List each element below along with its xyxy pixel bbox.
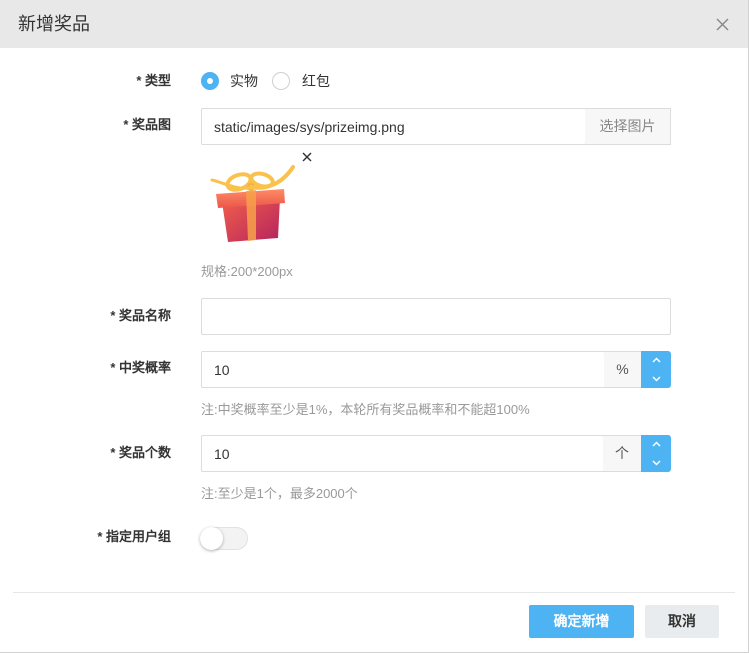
footer-divider bbox=[13, 592, 735, 593]
prize-count-label: * 奖品个数 bbox=[110, 445, 171, 460]
user-group-toggle[interactable] bbox=[200, 527, 248, 550]
radio-red-packet[interactable] bbox=[272, 72, 290, 90]
win-rate-stepper bbox=[641, 351, 671, 388]
close-icon[interactable] bbox=[716, 18, 729, 31]
prize-image-path-input[interactable] bbox=[201, 108, 586, 145]
win-rate-unit: % bbox=[604, 351, 642, 388]
win-rate-label: * 中奖概率 bbox=[110, 360, 171, 375]
dialog-header: 新增奖品 bbox=[0, 0, 748, 48]
prize-count-increment-button[interactable] bbox=[641, 435, 671, 454]
prize-count-hint: 注:至少是1个，最多2000个 bbox=[201, 486, 358, 501]
add-prize-dialog: 新增奖品 * 类型 实物 红包 * 奖品图 选择图片 bbox=[0, 0, 749, 653]
dialog-title: 新增奖品 bbox=[18, 14, 90, 34]
prize-count-stepper bbox=[641, 435, 671, 472]
win-rate-input[interactable] bbox=[201, 351, 605, 388]
prize-count-unit: 个 bbox=[603, 435, 642, 472]
prize-name-label: * 奖品名称 bbox=[110, 308, 171, 323]
cancel-button[interactable]: 取消 bbox=[645, 605, 719, 638]
chevron-down-icon bbox=[651, 376, 661, 382]
win-rate-increment-button[interactable] bbox=[641, 351, 671, 370]
confirm-add-button[interactable]: 确定新增 bbox=[529, 605, 634, 638]
prize-name-input[interactable] bbox=[201, 298, 671, 335]
toggle-knob bbox=[200, 527, 223, 550]
remove-image-icon[interactable] bbox=[302, 152, 312, 162]
type-label: * 类型 bbox=[136, 73, 171, 88]
radio-physical-label[interactable]: 实物 bbox=[230, 72, 258, 90]
win-rate-decrement-button[interactable] bbox=[641, 370, 671, 389]
radio-physical[interactable] bbox=[201, 72, 219, 90]
win-rate-hint: 注:中奖概率至少是1%，本轮所有奖品概率和不能超100% bbox=[201, 402, 530, 417]
choose-image-button[interactable]: 选择图片 bbox=[585, 108, 671, 145]
chevron-down-icon bbox=[651, 460, 661, 466]
radio-red-packet-label[interactable]: 红包 bbox=[302, 72, 330, 90]
prize-image-hint: 规格:200*200px bbox=[201, 264, 293, 279]
prize-count-input[interactable] bbox=[201, 435, 604, 472]
prize-image-label: * 奖品图 bbox=[123, 117, 171, 132]
prize-count-decrement-button[interactable] bbox=[641, 454, 671, 473]
chevron-up-icon bbox=[651, 357, 661, 363]
user-group-label: * 指定用户组 bbox=[97, 529, 171, 544]
gift-box-image bbox=[210, 165, 295, 242]
chevron-up-icon bbox=[651, 441, 661, 447]
